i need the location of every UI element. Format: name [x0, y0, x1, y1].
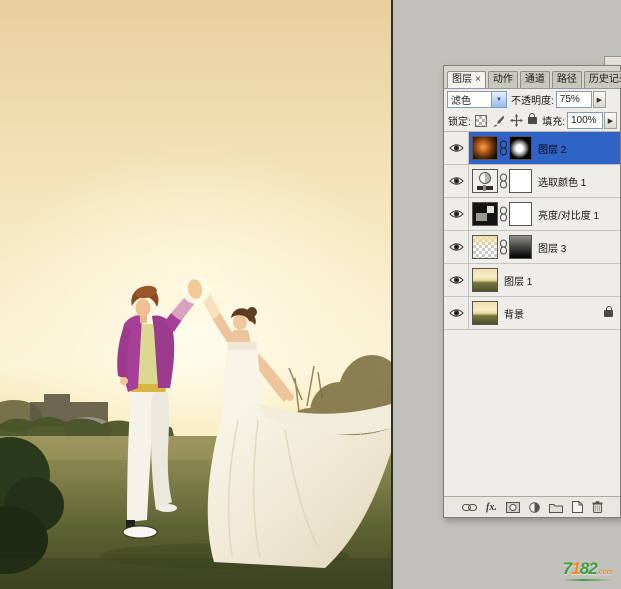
layer-thumbnail[interactable]: [472, 301, 498, 325]
opacity-field[interactable]: 75%: [556, 91, 592, 108]
blend-opacity-row: 滤色 ▼ 不透明度: 75% ▶: [444, 89, 620, 110]
adjustment-layer-thumbnail[interactable]: [472, 202, 498, 226]
layer-row-layer3[interactable]: 图层 3: [444, 231, 620, 264]
layer-list: 图层 2 选取颜色 1: [444, 131, 620, 330]
layer-mask-thumbnail[interactable]: [509, 235, 532, 259]
layer-row-brightness-contrast[interactable]: 亮度/对比度 1: [444, 198, 620, 231]
layer-mask-thumbnail[interactable]: [509, 136, 532, 160]
blend-mode-select[interactable]: 滤色 ▼: [447, 91, 507, 108]
layer-row-selective-color[interactable]: 选取颜色 1: [444, 165, 620, 198]
layer-thumbnail[interactable]: [472, 235, 498, 259]
tab-layers[interactable]: 图层×: [447, 71, 486, 88]
layer-name[interactable]: 图层 1: [504, 273, 532, 288]
eye-icon: [449, 275, 464, 285]
background-lock-icon: [604, 310, 613, 317]
layer-name[interactable]: 图层 2: [538, 141, 566, 156]
visibility-toggle[interactable]: [444, 264, 469, 296]
new-layer-icon[interactable]: [572, 501, 583, 513]
tab-close-icon[interactable]: ×: [475, 74, 481, 85]
link-layers-icon[interactable]: [462, 503, 477, 512]
tab-actions[interactable]: 动作: [488, 71, 518, 88]
eye-icon: [449, 308, 464, 318]
opacity-slider-button[interactable]: ▶: [593, 91, 606, 108]
adjustment-layer-thumbnail[interactable]: [472, 169, 498, 193]
blend-mode-value: 滤色: [448, 92, 491, 107]
layer-mask-thumbnail[interactable]: [509, 169, 532, 193]
layer-name[interactable]: 亮度/对比度 1: [538, 207, 599, 222]
visibility-toggle[interactable]: [444, 198, 469, 230]
layer-row-layer1[interactable]: 图层 1: [444, 264, 620, 297]
lock-label: 锁定:: [448, 113, 471, 128]
photoshop-workspace: 图层× 动作 通道 路径 历史记录 滤色 ▼ 不透明度: 75% ▶ 锁定:: [0, 0, 621, 589]
eye-icon: [449, 143, 464, 153]
layer-thumbnail[interactable]: [472, 136, 498, 160]
layer-list-empty-area: [444, 330, 620, 496]
visibility-toggle[interactable]: [444, 297, 469, 329]
visibility-toggle[interactable]: [444, 132, 469, 164]
eye-icon: [449, 176, 464, 186]
lock-position-move-icon[interactable]: [510, 114, 523, 127]
tab-history[interactable]: 历史记录: [584, 71, 621, 88]
layer-row-layer2[interactable]: 图层 2: [444, 132, 620, 165]
link-mask-icon: [499, 206, 508, 222]
lock-fill-row: 锁定: 填充: 100% ▶: [444, 110, 620, 131]
layer-name[interactable]: 选取颜色 1: [538, 174, 586, 189]
layer-thumbnail[interactable]: [472, 268, 498, 292]
layers-palette: 图层× 动作 通道 路径 历史记录 滤色 ▼ 不透明度: 75% ▶ 锁定:: [443, 65, 621, 518]
tab-channels[interactable]: 通道: [520, 71, 550, 88]
sunset-wedding-photo: [0, 0, 391, 589]
chevron-down-icon[interactable]: ▼: [491, 92, 506, 107]
layer-name[interactable]: 背景: [504, 306, 524, 321]
link-mask-icon: [499, 239, 508, 255]
opacity-label: 不透明度:: [511, 92, 554, 107]
document-canvas[interactable]: [0, 0, 393, 589]
layer-name[interactable]: 图层 3: [538, 240, 566, 255]
fill-label: 填充:: [542, 113, 565, 128]
lock-pixels-brush-icon[interactable]: [492, 114, 505, 127]
new-group-folder-icon[interactable]: [549, 502, 563, 513]
link-mask-icon: [499, 140, 508, 156]
tab-paths[interactable]: 路径: [552, 71, 582, 88]
lock-all-icon[interactable]: [528, 117, 537, 124]
delete-layer-trash-icon[interactable]: [592, 501, 603, 513]
visibility-toggle[interactable]: [444, 165, 469, 197]
palette-bottom-toolbar: fx.: [444, 496, 620, 517]
palette-tab-bar: 图层× 动作 通道 路径 历史记录: [444, 66, 620, 89]
add-layer-mask-icon[interactable]: [506, 502, 520, 513]
fill-slider-button[interactable]: ▶: [604, 112, 617, 129]
link-mask-icon: [499, 173, 508, 189]
layer-style-fx-icon[interactable]: fx.: [486, 502, 497, 513]
new-adjustment-layer-icon[interactable]: [529, 502, 540, 513]
eye-icon: [449, 242, 464, 252]
layer-mask-thumbnail[interactable]: [509, 202, 532, 226]
visibility-toggle[interactable]: [444, 231, 469, 263]
watermark-7182: 7182.com: [563, 560, 613, 581]
eye-icon: [449, 209, 464, 219]
fill-field[interactable]: 100%: [567, 112, 603, 129]
lock-transparency-icon[interactable]: [475, 115, 487, 127]
layer-row-background[interactable]: 背景: [444, 297, 620, 330]
